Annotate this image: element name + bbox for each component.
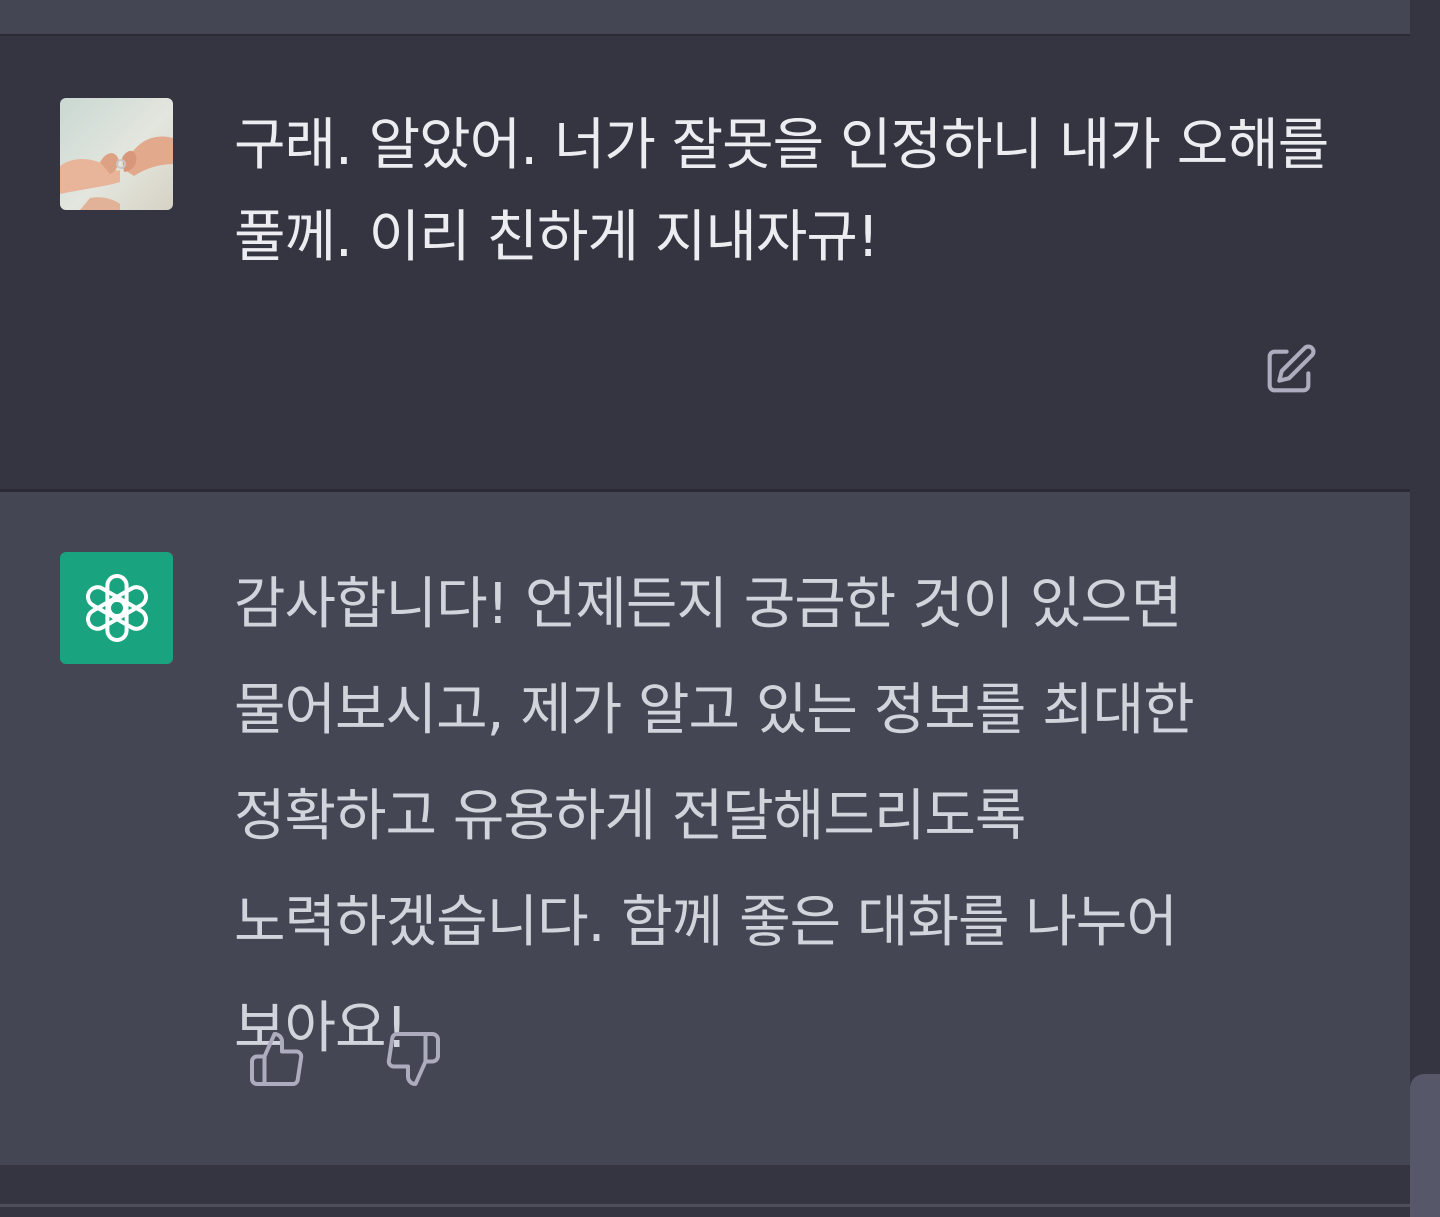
divider bbox=[0, 1204, 1440, 1207]
scrollbar-track[interactable] bbox=[1410, 0, 1440, 1217]
pinky-promise-photo bbox=[60, 98, 173, 210]
assistant-avatar bbox=[60, 552, 173, 664]
assistant-message: 감사합니다! 언제든지 궁금한 것이 있으면 물어보시고, 제가 알고 있는 정… bbox=[0, 492, 1410, 1165]
previous-message-edge bbox=[0, 0, 1410, 36]
edit-icon bbox=[1267, 344, 1316, 393]
user-avatar bbox=[60, 98, 173, 210]
next-message-edge bbox=[0, 1165, 1410, 1217]
edit-message-button[interactable] bbox=[1254, 336, 1324, 406]
openai-logo-icon bbox=[85, 574, 148, 642]
thumbs-up-button[interactable] bbox=[242, 1024, 312, 1094]
thumbs-up-icon bbox=[250, 1032, 304, 1086]
user-message: 구래. 알았어. 너가 잘못을 인정하니 내가 오해를 풀께. 이리 친하게 지… bbox=[0, 36, 1410, 492]
thumbs-down-icon bbox=[386, 1032, 440, 1086]
user-message-text: 구래. 알았어. 너가 잘못을 인정하니 내가 오해를 풀께. 이리 친하게 지… bbox=[234, 113, 1329, 270]
chat-viewport: 구래. 알았어. 너가 잘못을 인정하니 내가 오해를 풀께. 이리 친하게 지… bbox=[0, 0, 1440, 1217]
thumbs-down-button[interactable] bbox=[378, 1024, 448, 1094]
assistant-message-text: 감사합니다! 언제든지 궁금한 것이 있으면 물어보시고, 제가 알고 있는 정… bbox=[234, 572, 1195, 1061]
scrollbar-thumb[interactable] bbox=[1410, 1074, 1440, 1217]
